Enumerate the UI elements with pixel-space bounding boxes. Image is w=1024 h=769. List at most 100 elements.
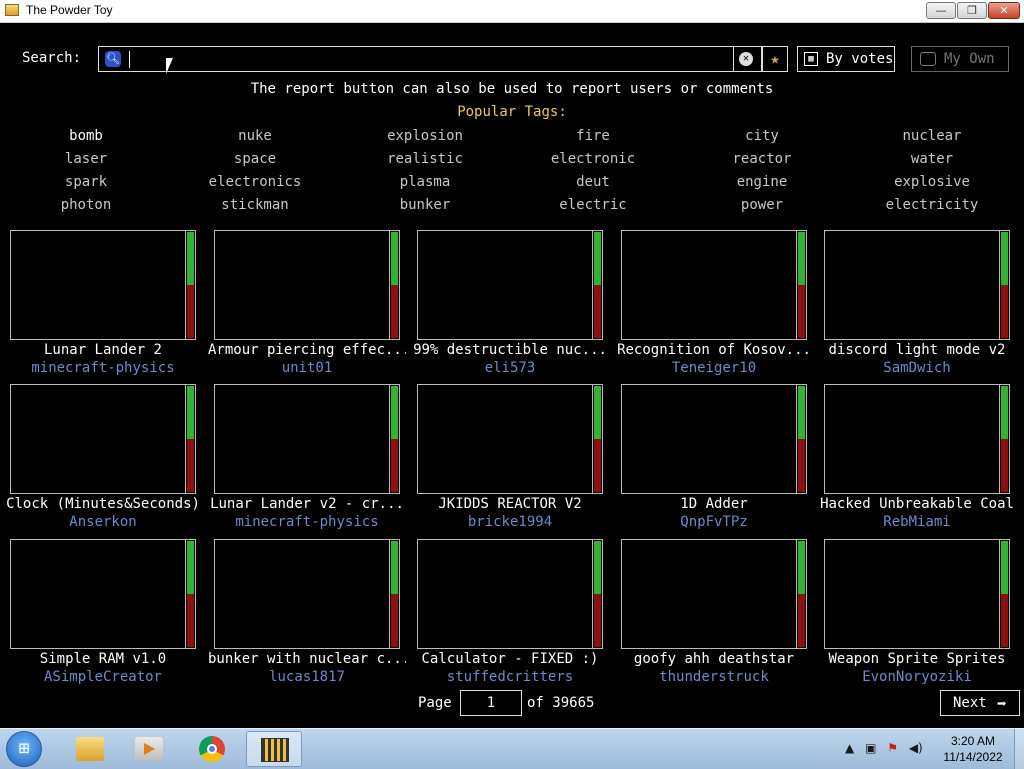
start-button[interactable]: ⊞	[6, 731, 42, 767]
tag-explosive[interactable]: explosive	[862, 174, 1002, 190]
taskbar-chrome[interactable]	[184, 731, 240, 767]
tag-electric[interactable]: electric	[523, 197, 663, 213]
save-thumbnail[interactable]	[824, 230, 1000, 340]
tag-explosion[interactable]: explosion	[355, 128, 495, 144]
save-card[interactable]: Hacked Unbreakable Coal RebMiami	[820, 384, 1014, 530]
tag-bunker[interactable]: bunker	[355, 197, 495, 213]
save-thumbnail[interactable]	[10, 384, 186, 494]
tag-electronic[interactable]: electronic	[523, 151, 663, 167]
mouse-cursor	[166, 58, 173, 74]
save-thumbnail[interactable]	[621, 539, 797, 649]
tag-nuke[interactable]: nuke	[185, 128, 325, 144]
save-thumbnail[interactable]	[214, 539, 390, 649]
tag-power[interactable]: power	[692, 197, 832, 213]
save-author[interactable]: minecraft-physics	[4, 360, 202, 376]
tag-photon[interactable]: photon	[16, 197, 156, 213]
tag-city[interactable]: city	[692, 128, 832, 144]
save-author[interactable]: QnpFvTPz	[615, 514, 813, 530]
taskbar-explorer[interactable]	[62, 731, 118, 767]
save-thumbnail[interactable]	[214, 230, 390, 340]
save-author[interactable]: EvonNoryoziki	[818, 669, 1016, 685]
save-card[interactable]: JKIDDS REACTOR V2 bricke1994	[417, 384, 603, 530]
vote-bar	[389, 539, 400, 649]
tag-reactor[interactable]: reactor	[692, 151, 832, 167]
save-thumbnail[interactable]	[417, 539, 593, 649]
window-titlebar[interactable]: The Powder Toy — ❐ ✕	[0, 0, 1024, 23]
save-card[interactable]: Armour piercing effec... unit01	[208, 230, 406, 376]
save-author[interactable]: RebMiami	[818, 514, 1016, 530]
page-number-input[interactable]	[460, 690, 522, 716]
save-thumbnail[interactable]	[214, 384, 390, 494]
vote-bar	[389, 230, 400, 340]
tag-deut[interactable]: deut	[523, 174, 663, 190]
save-thumbnail[interactable]	[824, 384, 1000, 494]
my-own-button[interactable]: My Own	[911, 46, 1009, 72]
save-author[interactable]: unit01	[208, 360, 406, 376]
favorites-star-button[interactable]: ★	[762, 46, 788, 72]
save-thumbnail[interactable]	[417, 384, 593, 494]
save-name: Calculator - FIXED :)	[421, 651, 599, 667]
vote-bar	[796, 230, 807, 340]
save-card[interactable]: Simple RAM v1.0 ASimpleCreator	[10, 539, 196, 685]
save-card[interactable]: 1D Adder QnpFvTPz	[621, 384, 807, 530]
action-center-icon[interactable]: ⚑	[887, 741, 898, 755]
save-card[interactable]: discord light mode v2 SamDwich	[824, 230, 1010, 376]
save-card[interactable]: Lunar Lander v2 - cr... minecraft-physics	[210, 384, 404, 530]
save-author[interactable]: SamDwich	[818, 360, 1016, 376]
tag-stickman[interactable]: stickman	[185, 197, 325, 213]
save-thumbnail[interactable]	[621, 384, 797, 494]
tag-water[interactable]: water	[862, 151, 1002, 167]
sort-by-votes-button[interactable]: ▦ By votes	[797, 46, 895, 72]
tag-engine[interactable]: engine	[692, 174, 832, 190]
close-button[interactable]: ✕	[988, 2, 1020, 19]
save-author[interactable]: Anserkon	[4, 514, 202, 530]
clear-search-icon[interactable]: ✕	[739, 52, 753, 66]
tag-bomb[interactable]: bomb	[16, 128, 156, 144]
save-author[interactable]: minecraft-physics	[208, 514, 406, 530]
save-name: Weapon Sprite Sprites	[828, 651, 1006, 667]
save-card[interactable]: Clock (Minutes&Seconds) Anserkon	[6, 384, 200, 530]
save-thumbnail[interactable]	[824, 539, 1000, 649]
save-author[interactable]: stuffedcritters	[411, 669, 609, 685]
tag-spark[interactable]: spark	[16, 174, 156, 190]
save-author[interactable]: lucas1817	[208, 669, 406, 685]
tag-space[interactable]: space	[185, 151, 325, 167]
maximize-button[interactable]: ❐	[957, 2, 987, 19]
volume-icon[interactable]: ◀)	[909, 741, 923, 755]
tag-electricity[interactable]: electricity	[862, 197, 1002, 213]
tag-nuclear[interactable]: nuclear	[862, 128, 1002, 144]
tag-plasma[interactable]: plasma	[355, 174, 495, 190]
tag-electronics[interactable]: electronics	[185, 174, 325, 190]
save-thumbnail[interactable]	[10, 539, 186, 649]
save-card[interactable]: bunker with nuclear c... lucas1817	[208, 539, 406, 685]
save-card[interactable]: Lunar Lander 2 minecraft-physics	[10, 230, 196, 376]
page-total: of 39665	[527, 695, 595, 711]
taskbar-clock[interactable]: 3:20 AM 11/14/2022	[938, 733, 1008, 765]
save-author[interactable]: Teneiger10	[615, 360, 813, 376]
next-page-button[interactable]: Next ➡	[940, 690, 1020, 716]
tag-laser[interactable]: laser	[16, 151, 156, 167]
taskbar-media-player[interactable]	[121, 731, 177, 767]
save-card[interactable]: Recognition of Kosov... Teneiger10	[617, 230, 811, 376]
save-card[interactable]: Calculator - FIXED :) stuffedcritters	[417, 539, 603, 685]
minimize-button[interactable]: —	[926, 2, 956, 19]
save-thumbnail[interactable]	[10, 230, 186, 340]
taskbar-powder-toy[interactable]	[246, 731, 302, 767]
save-author[interactable]: eli573	[411, 360, 609, 376]
save-browser: Search: 🔍︎ ✕ ★ ▦ By votes My Own The rep…	[0, 23, 1024, 727]
save-card[interactable]: Weapon Sprite Sprites EvonNoryoziki	[824, 539, 1010, 685]
tray-expand-icon[interactable]: ▲	[845, 741, 854, 755]
save-card[interactable]: 99% destructible nuc... eli573	[413, 230, 607, 376]
save-card[interactable]: goofy ahh deathstar thunderstruck	[621, 539, 807, 685]
save-author[interactable]: bricke1994	[411, 514, 609, 530]
save-author[interactable]: ASimpleCreator	[4, 669, 202, 685]
network-icon[interactable]: ▣	[865, 741, 876, 755]
show-desktop-button[interactable]	[1014, 729, 1024, 769]
tag-realistic[interactable]: realistic	[355, 151, 495, 167]
tag-fire[interactable]: fire	[523, 128, 663, 144]
search-input[interactable]	[127, 49, 731, 71]
save-thumbnail[interactable]	[621, 230, 797, 340]
save-author[interactable]: thunderstruck	[615, 669, 813, 685]
search-field[interactable]: 🔍︎ ✕	[98, 46, 762, 72]
save-thumbnail[interactable]	[417, 230, 593, 340]
